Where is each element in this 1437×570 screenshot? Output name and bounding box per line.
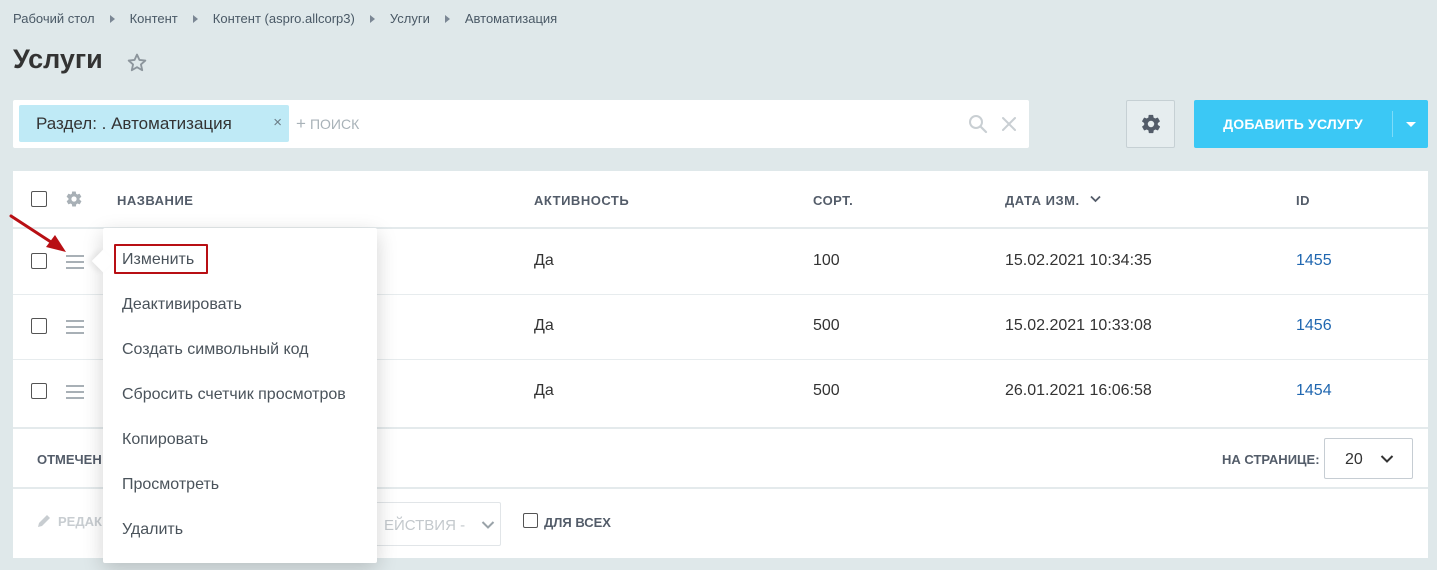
cell-sort: 100 [813, 252, 840, 269]
breadcrumb-item-desktop[interactable]: Рабочий стол [13, 11, 95, 26]
hamburger-icon[interactable] [66, 255, 84, 269]
edit-action-label: РЕДАК [58, 513, 102, 529]
close-icon[interactable]: × [273, 114, 282, 131]
breadcrumb-item-automation[interactable]: Автоматизация [465, 11, 557, 26]
per-page-select[interactable]: 20 [1324, 438, 1413, 479]
for-all-label: ДЛЯ ВСЕХ [544, 515, 611, 530]
cell-active: Да [534, 252, 554, 269]
close-icon[interactable] [999, 114, 1019, 134]
annotation-arrow-icon [9, 214, 66, 252]
column-header-name[interactable]: НАЗВАНИЕ [117, 193, 193, 208]
cell-id-link[interactable]: 1454 [1296, 382, 1332, 400]
breadcrumb-separator-icon [192, 14, 198, 23]
column-header-date[interactable]: ДАТА ИЗМ. [1005, 193, 1080, 208]
breadcrumb-item-content-aspro[interactable]: Контент (aspro.allcorp3) [213, 11, 355, 26]
column-header-id[interactable]: ID [1296, 193, 1310, 208]
breadcrumb-item-content[interactable]: Контент [130, 11, 178, 26]
select-all-checkbox[interactable] [31, 191, 47, 207]
plus-icon: + [296, 114, 306, 133]
menu-item-copy[interactable]: Копировать [122, 431, 208, 449]
breadcrumb-item-services[interactable]: Услуги [390, 11, 430, 26]
column-header-active[interactable]: АКТИВНОСТЬ [534, 193, 629, 208]
menu-item-reset-views[interactable]: Сбросить счетчик просмотров [122, 386, 346, 404]
search-icon[interactable] [968, 114, 988, 134]
breadcrumb-separator-icon [444, 14, 450, 23]
hamburger-icon[interactable] [66, 385, 84, 399]
page-title: Услуги [13, 44, 103, 74]
actions-select-value: ЕЙСТВИЯ - [384, 517, 466, 534]
for-all-checkbox[interactable] [523, 513, 538, 528]
breadcrumb-separator-icon [109, 14, 115, 23]
cell-date: 15.02.2021 10:33:08 [1005, 317, 1152, 334]
chevron-down-icon [481, 521, 495, 529]
per-page-label: НА СТРАНИЦЕ: [1222, 452, 1320, 467]
cell-id-link[interactable]: 1455 [1296, 252, 1332, 270]
grid-header: НАЗВАНИЕ АКТИВНОСТЬ СОРТ. ДАТА ИЗМ. ID [13, 171, 1428, 229]
cell-sort: 500 [813, 317, 840, 334]
for-all-option[interactable]: ДЛЯ ВСЕХ [523, 513, 611, 530]
filter-bar[interactable]: Раздел: . Автоматизация × + поиск [13, 100, 1029, 148]
add-service-button: ДОБАВИТЬ УСЛУГУ [1194, 100, 1428, 148]
cell-id-link[interactable]: 1456 [1296, 317, 1332, 335]
star-icon[interactable] [126, 52, 148, 74]
menu-item-create-code[interactable]: Создать символьный код [122, 341, 309, 359]
column-header-sort[interactable]: СОРТ. [813, 193, 853, 208]
gear-icon[interactable] [65, 190, 83, 208]
row-checkbox[interactable] [31, 318, 47, 334]
edit-action-button[interactable]: РЕДАК [36, 513, 102, 529]
cell-date: 26.01.2021 16:06:58 [1005, 382, 1152, 399]
menu-item-edit[interactable]: Изменить [122, 251, 194, 269]
filter-chip-label: Раздел: . Автоматизация [36, 113, 232, 133]
add-service-button-label[interactable]: ДОБАВИТЬ УСЛУГУ [1194, 100, 1392, 148]
menu-item-deactivate[interactable]: Деактивировать [122, 296, 242, 314]
cell-active: Да [534, 317, 554, 334]
menu-item-view[interactable]: Просмотреть [122, 476, 219, 494]
breadcrumb: Рабочий стол Контент Контент (aspro.allc… [13, 11, 557, 26]
chevron-down-icon [1090, 195, 1101, 203]
row-context-menu: Изменить Деактивировать Создать символьн… [91, 228, 377, 563]
filter-chip-section[interactable]: Раздел: . Автоматизация × [19, 105, 289, 142]
settings-button[interactable] [1126, 100, 1175, 148]
search-placeholder: поиск [309, 116, 360, 132]
breadcrumb-separator-icon [369, 14, 375, 23]
hamburger-icon[interactable] [66, 320, 84, 334]
gear-icon [1141, 114, 1160, 134]
add-service-dropdown[interactable] [1393, 100, 1428, 148]
search-input[interactable]: + поиск [296, 114, 359, 134]
marked-count-label: ОТМЕЧЕН [37, 452, 102, 467]
menu-item-delete[interactable]: Удалить [122, 521, 183, 539]
cell-date: 15.02.2021 10:34:35 [1005, 252, 1152, 269]
row-checkbox[interactable] [31, 253, 47, 269]
cell-sort: 500 [813, 382, 840, 399]
row-checkbox[interactable] [31, 383, 47, 399]
chevron-down-icon [1405, 121, 1416, 127]
chevron-down-icon [1380, 455, 1394, 463]
cell-active: Да [534, 382, 554, 399]
per-page-value: 20 [1345, 451, 1363, 468]
pencil-icon [38, 515, 50, 527]
